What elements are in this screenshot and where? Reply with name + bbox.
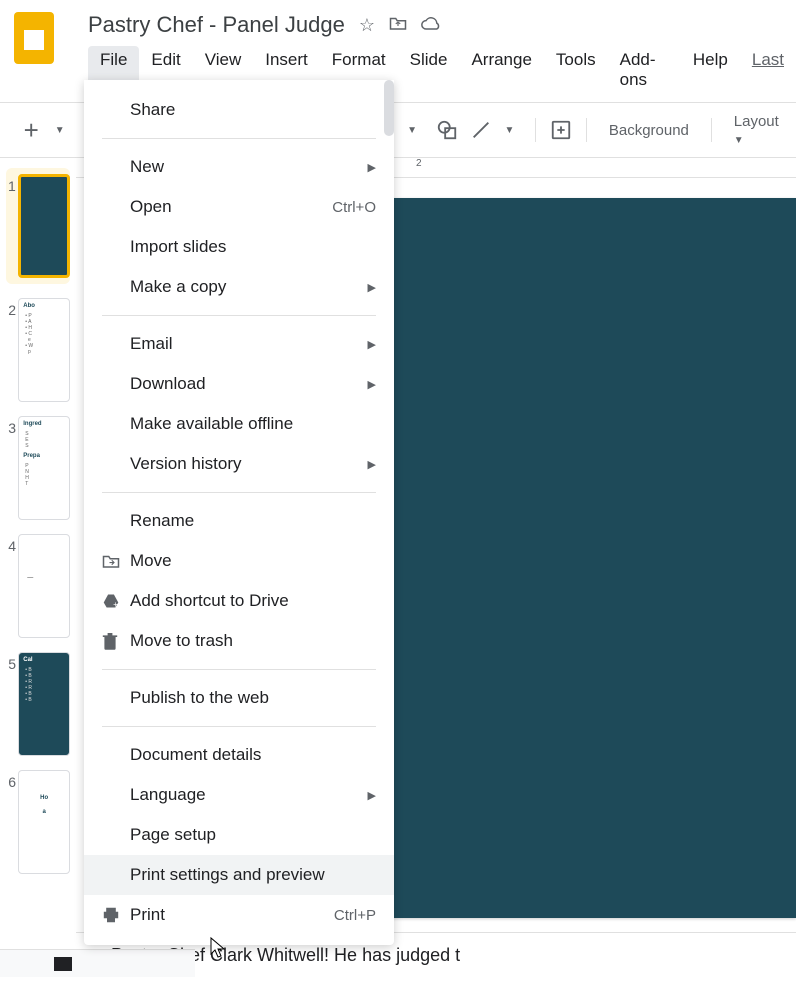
slide-thumbnail-panel: 1 2 Abo • P• A• H• C e• W p 3 Ingred SES… [0, 158, 76, 1008]
separator [711, 118, 712, 142]
menu-trash[interactable]: Move to trash [84, 621, 394, 661]
trash-icon [102, 632, 130, 650]
shape-icon[interactable] [433, 115, 459, 145]
menu-page-setup[interactable]: Page setup [84, 815, 394, 855]
menu-make-copy[interactable]: Make a copy ▶ [84, 267, 394, 307]
thumb-number: 1 [6, 174, 18, 278]
separator [102, 138, 376, 139]
slide-thumbnail-5[interactable]: Cal • B• B• R• R• B• B [18, 652, 70, 756]
slides-logo[interactable] [14, 12, 54, 64]
new-slide-button[interactable]: + [18, 115, 44, 145]
menu-open[interactable]: Open Ctrl+O [84, 187, 394, 227]
thumb-number: 4 [6, 534, 18, 638]
menu-addons[interactable]: Add-ons [608, 46, 681, 94]
menu-last-edit[interactable]: Last [740, 46, 796, 94]
thumb-number: 3 [6, 416, 18, 520]
footer-bar [0, 949, 195, 977]
comment-icon[interactable] [548, 115, 574, 145]
line-dropdown-icon[interactable]: ▼ [496, 115, 522, 145]
submenu-arrow-icon: ▶ [368, 378, 376, 391]
document-title[interactable]: Pastry Chef - Panel Judge [88, 12, 345, 38]
menu-move[interactable]: Move [84, 541, 394, 581]
image-dropdown-icon[interactable]: ▼ [399, 115, 425, 145]
submenu-arrow-icon: ▶ [368, 161, 376, 174]
menu-arrange[interactable]: Arrange [459, 46, 543, 94]
file-menu-dropdown: Share New ▶ Open Ctrl+O Import slides Ma… [84, 80, 394, 945]
print-icon [102, 907, 130, 923]
drive-shortcut-icon: + [102, 593, 130, 609]
menu-add-shortcut[interactable]: + Add shortcut to Drive [84, 581, 394, 621]
menu-new[interactable]: New ▶ [84, 147, 394, 187]
separator [102, 669, 376, 670]
submenu-arrow-icon: ▶ [368, 458, 376, 471]
slide-thumbnail-4[interactable]: — [18, 534, 70, 638]
grid-view-icon[interactable] [54, 957, 72, 971]
menu-offline[interactable]: Make available offline [84, 404, 394, 444]
svg-text:+: + [113, 600, 118, 609]
layout-button[interactable]: Layout ▼ [724, 113, 796, 147]
separator [102, 492, 376, 493]
star-icon[interactable]: ☆ [359, 15, 375, 36]
menu-email[interactable]: Email ▶ [84, 324, 394, 364]
separator [535, 118, 536, 142]
menu-language[interactable]: Language ▶ [84, 775, 394, 815]
menu-tools[interactable]: Tools [544, 46, 608, 94]
menu-document-details[interactable]: Document details [84, 735, 394, 775]
menu-print[interactable]: Print Ctrl+P [84, 895, 394, 935]
separator [102, 726, 376, 727]
new-slide-dropdown-icon[interactable]: ▼ [46, 115, 72, 145]
menu-print-settings-preview[interactable]: Print settings and preview [84, 855, 394, 895]
menu-publish[interactable]: Publish to the web [84, 678, 394, 718]
move-icon [102, 553, 130, 569]
slide-thumbnail-6[interactable]: Ho a [18, 770, 70, 874]
submenu-arrow-icon: ▶ [368, 338, 376, 351]
menu-version-history[interactable]: Version history ▶ [84, 444, 394, 484]
submenu-arrow-icon: ▶ [368, 789, 376, 802]
menu-slide[interactable]: Slide [398, 46, 460, 94]
line-icon[interactable] [468, 115, 494, 145]
thumb-number: 5 [6, 652, 18, 756]
slide-thumbnail-2[interactable]: Abo • P• A• H• C e• W p [18, 298, 70, 402]
cloud-status-icon[interactable] [421, 15, 441, 36]
menu-rename[interactable]: Rename [84, 501, 394, 541]
slide-thumbnail-1[interactable] [18, 174, 70, 278]
thumb-number: 2 [6, 298, 18, 402]
menu-help[interactable]: Help [681, 46, 740, 94]
menu-download[interactable]: Download ▶ [84, 364, 394, 404]
slide-thumbnail-3[interactable]: Ingred SES Prepa PNHT [18, 416, 70, 520]
background-button[interactable]: Background [599, 122, 699, 139]
submenu-arrow-icon: ▶ [368, 281, 376, 294]
separator [102, 315, 376, 316]
menu-import-slides[interactable]: Import slides [84, 227, 394, 267]
separator [586, 118, 587, 142]
thumb-number: 6 [6, 770, 18, 874]
menu-share[interactable]: Share [84, 90, 394, 130]
move-folder-icon[interactable] [389, 15, 407, 36]
